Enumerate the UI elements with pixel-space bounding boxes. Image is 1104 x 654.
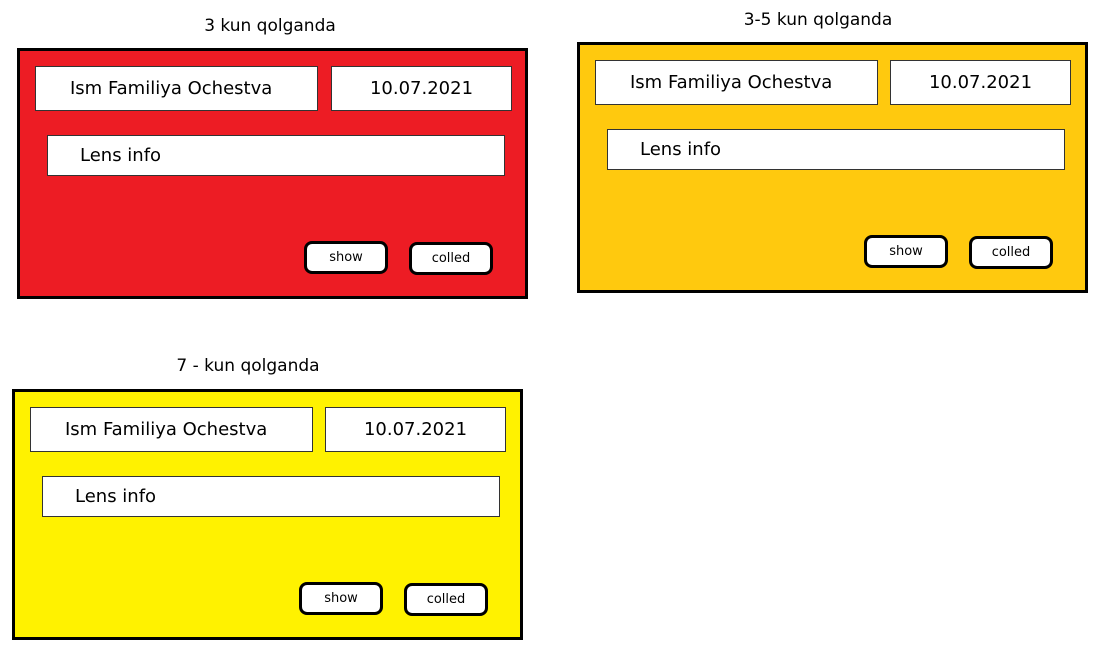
called-button[interactable]: colled <box>969 236 1053 269</box>
client-name-field: Ism Familiya Ochestva <box>595 60 878 105</box>
called-button[interactable]: colled <box>409 242 493 275</box>
show-button[interactable]: show <box>864 235 948 268</box>
card-title-3-days: 3 kun qolganda <box>204 16 336 36</box>
reminder-card-7-days: Ism Familiya Ochestva 10.07.2021 Lens in… <box>12 389 523 640</box>
date-field: 10.07.2021 <box>325 407 506 452</box>
reminder-card-3-5-days: Ism Familiya Ochestva 10.07.2021 Lens in… <box>577 42 1088 293</box>
lens-info-field: Lens info <box>607 129 1065 170</box>
show-button[interactable]: show <box>304 241 388 274</box>
date-field: 10.07.2021 <box>331 66 512 111</box>
card-title-7-days: 7 - kun qolganda <box>176 356 320 376</box>
show-button[interactable]: show <box>299 582 383 615</box>
client-name-field: Ism Familiya Ochestva <box>30 407 313 452</box>
reminder-card-3-days: Ism Familiya Ochestva 10.07.2021 Lens in… <box>17 48 528 299</box>
called-button[interactable]: colled <box>404 583 488 616</box>
date-field: 10.07.2021 <box>890 60 1071 105</box>
client-name-field: Ism Familiya Ochestva <box>35 66 318 111</box>
card-title-3-5-days: 3-5 kun qolganda <box>743 10 893 30</box>
lens-info-field: Lens info <box>42 476 500 517</box>
lens-info-field: Lens info <box>47 135 505 176</box>
